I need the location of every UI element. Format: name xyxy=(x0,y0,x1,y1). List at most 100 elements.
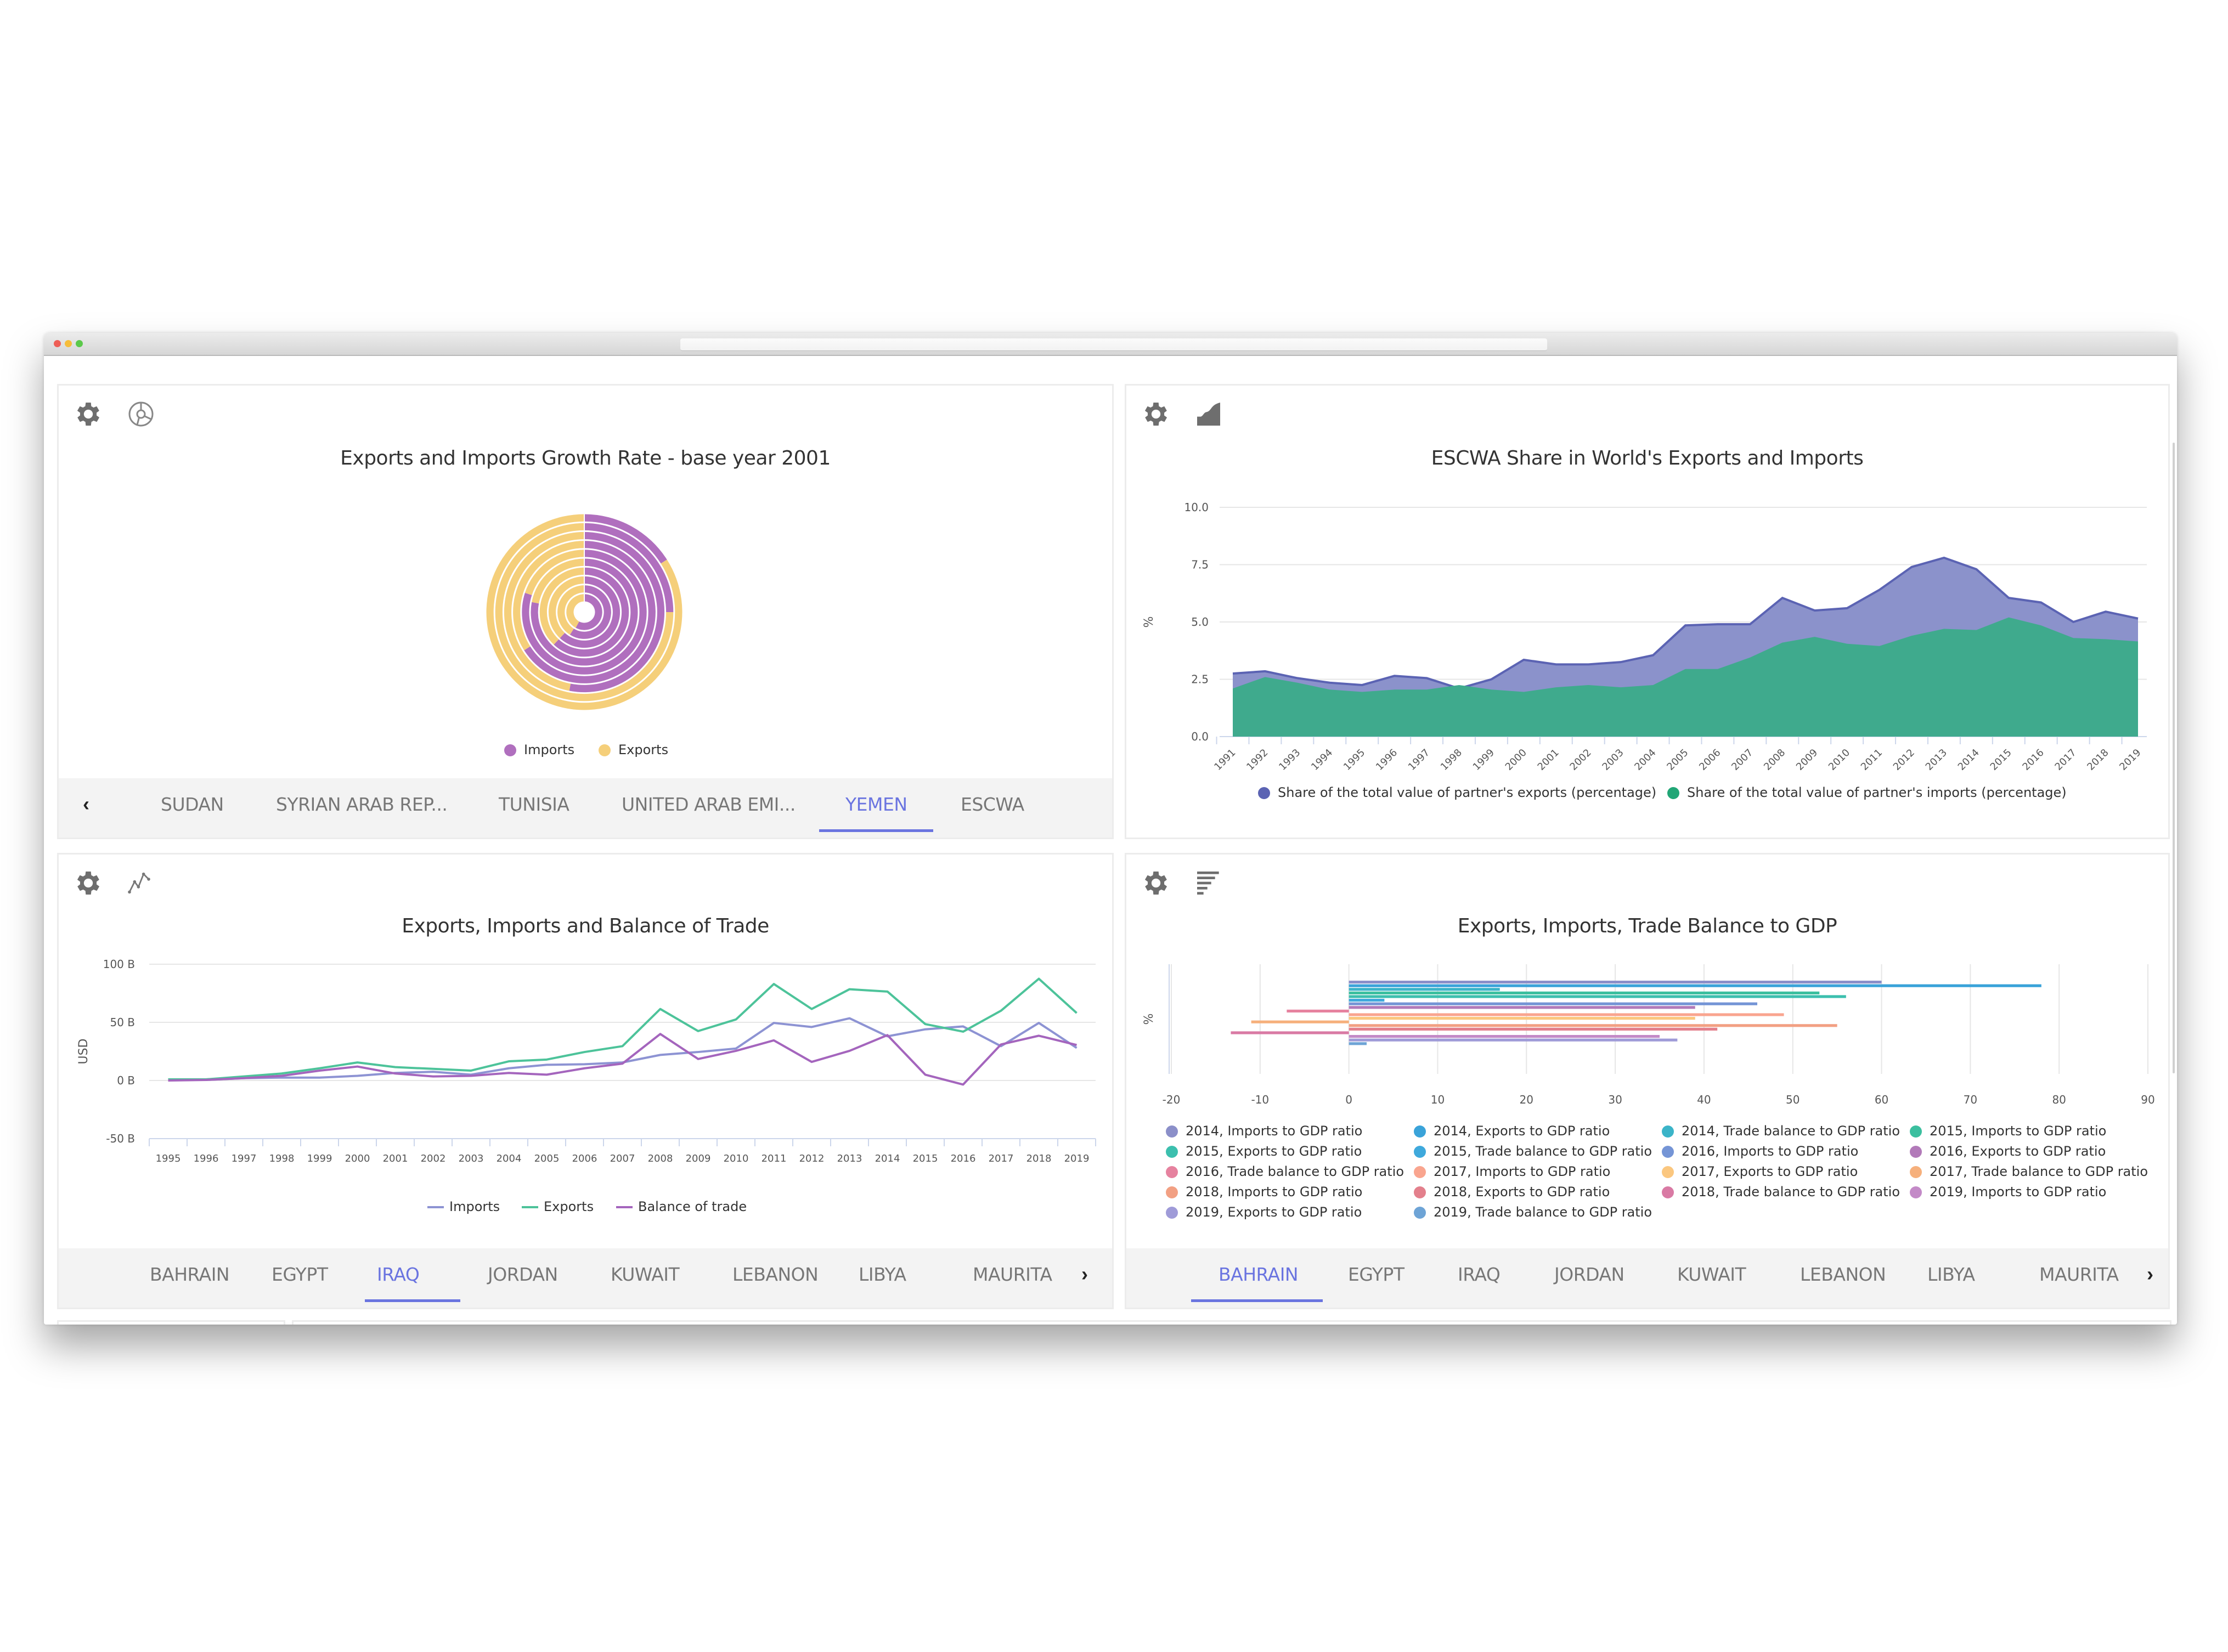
tab-syrian-arab-rep[interactable]: SYRIAN ARAB REP... xyxy=(276,794,448,815)
legend-item[interactable]: 2019, Exports to GDP ratio xyxy=(1166,1204,1362,1220)
tab-egypt[interactable]: EGYPT xyxy=(272,1264,328,1285)
legend-label: 2019, Exports to GDP ratio xyxy=(1186,1204,1362,1220)
tab-united-arab-emi[interactable]: UNITED ARAB EMI... xyxy=(622,794,796,815)
legend-item-imports-share[interactable]: Share of the total value of partner's im… xyxy=(1667,785,2067,800)
active-tab-indicator xyxy=(1191,1299,1323,1302)
legend-item[interactable]: 2016, Exports to GDP ratio xyxy=(1910,1144,2106,1159)
legend-item[interactable]: 2015, Exports to GDP ratio xyxy=(1166,1144,1362,1159)
bar xyxy=(1349,1024,1837,1027)
tab-lebanon[interactable]: LEBANON xyxy=(732,1264,819,1285)
tab-libya[interactable]: LIBYA xyxy=(859,1264,906,1285)
legend-item[interactable]: 2019, Imports to GDP ratio xyxy=(1910,1184,2106,1200)
tab-kuwait[interactable]: KUWAIT xyxy=(611,1264,680,1285)
x-tick-label: -10 xyxy=(1251,1093,1269,1106)
x-tick-label: 30 xyxy=(1608,1093,1622,1106)
tab-maurita[interactable]: MAURITA xyxy=(973,1264,1052,1285)
gear-icon[interactable] xyxy=(73,399,104,429)
tab-escwa[interactable]: ESCWA xyxy=(961,794,1024,815)
tab-jordan[interactable]: JORDAN xyxy=(488,1264,558,1285)
tabs-next-arrow[interactable]: › xyxy=(2147,1263,2153,1286)
legend-label: Share of the total value of partner's im… xyxy=(1687,785,2067,800)
tab-kuwait[interactable]: KUWAIT xyxy=(1677,1264,1746,1285)
x-tick-label: 2005 xyxy=(1665,747,1690,773)
legend-item-exports[interactable]: Exports xyxy=(599,742,668,757)
x-tick-label: 2015 xyxy=(913,1153,938,1164)
x-tick-label: 2016 xyxy=(2021,747,2046,773)
tab-iraq[interactable]: IRAQ xyxy=(377,1264,420,1285)
legend-item[interactable]: 2018, Imports to GDP ratio xyxy=(1166,1184,1362,1200)
legend-dot xyxy=(1662,1146,1674,1158)
x-tick-label: 2013 xyxy=(1924,747,1949,773)
polar-chart-icon[interactable] xyxy=(126,399,156,429)
gear-icon[interactable] xyxy=(1141,399,1171,429)
tab-jordan[interactable]: JORDAN xyxy=(1554,1264,1625,1285)
tab-lebanon[interactable]: LEBANON xyxy=(1800,1264,1886,1285)
y-axis-label: % xyxy=(1142,1014,1156,1025)
x-tick-label: 1993 xyxy=(1277,747,1302,773)
tabs-prev-arrow[interactable]: ‹ xyxy=(83,793,89,816)
chart-title: ESCWA Share in World's Exports and Impor… xyxy=(1431,447,1864,469)
y-tick-label: 0 B xyxy=(117,1074,135,1087)
bar xyxy=(1349,999,1385,1002)
tab-yemen[interactable]: YEMEN xyxy=(845,794,907,815)
legend-label: Balance of trade xyxy=(638,1199,747,1214)
tab-libya[interactable]: LIBYA xyxy=(1927,1264,1975,1285)
legend-item[interactable]: 2018, Exports to GDP ratio xyxy=(1414,1184,1610,1200)
x-tick-label: 2010 xyxy=(1826,747,1852,773)
legend-item-balance[interactable]: Balance of trade xyxy=(616,1199,747,1214)
gear-icon[interactable] xyxy=(73,868,104,898)
bar xyxy=(1349,984,2041,987)
gear-icon[interactable] xyxy=(1141,868,1171,898)
legend-dot xyxy=(1414,1166,1426,1178)
tab-tunisia[interactable]: TUNISIA xyxy=(499,794,569,815)
address-bar[interactable] xyxy=(680,338,1547,351)
y-tick-label: 5.0 xyxy=(1191,615,1209,629)
legend-item[interactable]: 2014, Imports to GDP ratio xyxy=(1166,1123,1362,1139)
legend-item[interactable]: 2017, Imports to GDP ratio xyxy=(1414,1164,1610,1179)
chart-title: Exports, Imports and Balance of Trade xyxy=(402,915,769,937)
legend-item-imports[interactable]: Imports xyxy=(427,1199,500,1214)
x-tick-label: 2011 xyxy=(1859,747,1885,773)
legend-item-imports[interactable]: Imports xyxy=(504,742,574,757)
tabs-next-arrow[interactable]: › xyxy=(1081,1263,1088,1286)
escwa-share-panel: ESCWA Share in World's Exports and Impor… xyxy=(1125,384,2170,839)
minimize-window-button[interactable] xyxy=(65,340,72,347)
legend-item[interactable]: 2014, Trade balance to GDP ratio xyxy=(1662,1123,1900,1139)
line-chart-icon[interactable] xyxy=(126,868,156,898)
legend-item[interactable]: 2019, Trade balance to GDP ratio xyxy=(1414,1204,1652,1220)
area-chart-icon[interactable] xyxy=(1193,399,1224,429)
legend-item[interactable]: 2016, Trade balance to GDP ratio xyxy=(1166,1164,1404,1179)
legend-label: 2014, Trade balance to GDP ratio xyxy=(1682,1123,1900,1139)
tab-egypt[interactable]: EGYPT xyxy=(1348,1264,1405,1285)
close-window-button[interactable] xyxy=(54,340,61,347)
bar-chart-icon[interactable] xyxy=(1193,868,1224,898)
legend-item[interactable]: 2018, Trade balance to GDP ratio xyxy=(1662,1184,1900,1200)
tab-iraq[interactable]: IRAQ xyxy=(1458,1264,1501,1285)
x-tick-label: 2008 xyxy=(1762,747,1787,773)
legend-label: Imports xyxy=(524,742,575,757)
legend-label: 2016, Trade balance to GDP ratio xyxy=(1186,1164,1405,1179)
legend-item[interactable]: 2015, Imports to GDP ratio xyxy=(1910,1123,2106,1139)
legend-item[interactable]: 2017, Exports to GDP ratio xyxy=(1662,1164,1858,1179)
page-scrollbar[interactable] xyxy=(2173,443,2175,1073)
tab-bahrain[interactable]: BAHRAIN xyxy=(150,1264,230,1285)
legend-item-exports[interactable]: Exports xyxy=(522,1199,594,1214)
maximize-window-button[interactable] xyxy=(76,340,83,347)
legend-label: 2017, Imports to GDP ratio xyxy=(1434,1164,1611,1179)
legend-item[interactable]: 2014, Exports to GDP ratio xyxy=(1414,1123,1610,1139)
legend-item[interactable]: 2015, Trade balance to GDP ratio xyxy=(1414,1144,1652,1159)
bar xyxy=(1349,1017,1695,1020)
country-tab-bar: BAHRAIN EGYPT IRAQ JORDAN KUWAIT LEBANON… xyxy=(59,1248,1112,1308)
country-tab-bar: BAHRAIN EGYPT IRAQ JORDAN KUWAIT LEBANON… xyxy=(1126,1248,2168,1308)
tab-sudan[interactable]: SUDAN xyxy=(161,794,224,815)
legend-item[interactable]: 2017, Trade balance to GDP ratio xyxy=(1910,1164,2148,1179)
y-tick-label: 2.5 xyxy=(1191,673,1209,686)
x-tick-label: 2016 xyxy=(951,1153,976,1164)
legend-item-exports-share[interactable]: Share of the total value of partner's ex… xyxy=(1258,785,1656,800)
legend-dot xyxy=(1662,1186,1674,1198)
tab-bahrain[interactable]: BAHRAIN xyxy=(1219,1264,1299,1285)
bar xyxy=(1349,995,1846,998)
legend-item[interactable]: 2016, Imports to GDP ratio xyxy=(1662,1144,1858,1159)
tab-maurita[interactable]: MAURITA xyxy=(2039,1264,2119,1285)
y-tick-label: 0.0 xyxy=(1191,730,1209,743)
